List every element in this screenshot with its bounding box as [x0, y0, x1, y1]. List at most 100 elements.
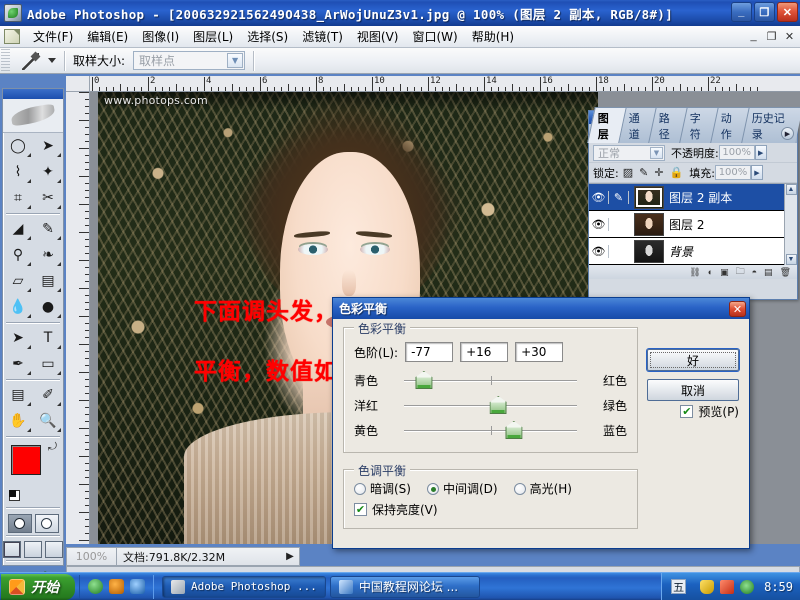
slice-tool[interactable]: ✂ [33, 185, 63, 211]
slider-track-yellow-blue[interactable] [404, 421, 577, 439]
path-selection-tool[interactable]: ➤ [3, 325, 33, 351]
slider-thumb-magenta-green[interactable] [489, 396, 507, 414]
level-blue-input[interactable]: +30 [515, 342, 564, 362]
menu-file[interactable]: 文件(F) [26, 26, 80, 47]
eyedropper-icon[interactable] [18, 50, 44, 72]
scroll-up-icon[interactable]: ▲ [785, 184, 797, 195]
doc-minimize-button[interactable]: _ [746, 29, 761, 43]
preserve-luminosity-checkbox[interactable]: ✔ 保持亮度(V) [354, 501, 627, 518]
lasso-tool[interactable]: ⌇ [3, 159, 33, 185]
layer-row[interactable]: 👁 ✎ 图层 2 副本 [589, 184, 797, 211]
taskbar-item-browser[interactable]: 中国教程网论坛 ... [329, 575, 480, 598]
chevron-down-icon[interactable]: ▼ [650, 146, 663, 159]
mail-icon[interactable] [130, 579, 145, 594]
layer-mask-icon[interactable]: ▣ [720, 267, 729, 278]
menu-view[interactable]: 视图(V) [350, 26, 406, 47]
layer-link-icon[interactable]: ✎ [609, 190, 629, 204]
preview-checkbox[interactable]: ✔ 预览(P) [680, 403, 739, 420]
dialog-close-button[interactable]: ✕ [729, 301, 746, 317]
clone-stamp-tool[interactable]: ⚲ [3, 242, 33, 268]
layer-thumbnail[interactable] [634, 212, 664, 236]
fill-field[interactable]: 100% [714, 165, 751, 180]
fullscreen-button[interactable] [45, 541, 63, 558]
layer-row[interactable]: 👁 图层 2 [589, 211, 797, 238]
brush-tool[interactable]: ✎ [33, 216, 63, 242]
lock-position-icon[interactable]: ✛ [654, 166, 663, 179]
layer-visibility-icon[interactable]: 👁 [589, 217, 609, 231]
restore-button[interactable]: ❐ [754, 2, 775, 22]
close-button[interactable]: ✕ [777, 2, 798, 22]
layer-style-icon[interactable]: ◐ [708, 267, 713, 277]
level-green-input[interactable]: +16 [460, 342, 509, 362]
pen-tool[interactable]: ✒ [3, 351, 33, 377]
eyedropper-tool[interactable]: ✐ [33, 382, 63, 408]
lock-image-icon[interactable]: ✎ [639, 166, 648, 179]
blur-tool[interactable]: 💧 [3, 294, 33, 320]
gradient-tool[interactable]: ▤ [33, 268, 63, 294]
doc-close-button[interactable]: ✕ [782, 29, 797, 43]
zoom-level-field[interactable]: 100% [67, 548, 117, 565]
doc-restore-button[interactable]: ❐ [764, 29, 779, 43]
zoom-tool[interactable]: 🔍 [33, 408, 63, 434]
radio-midtones[interactable]: 中间调(D) [426, 480, 498, 497]
radio-highlights[interactable]: 高光(H) [513, 480, 572, 497]
menu-filter[interactable]: 滤镜(T) [295, 26, 350, 47]
blend-mode-select[interactable]: 正常 ▼ [593, 144, 665, 161]
adjustment-layer-icon[interactable]: ◓ [752, 267, 757, 277]
magic-wand-tool[interactable]: ✦ [33, 159, 63, 185]
toolbox-title-bar[interactable] [3, 89, 63, 99]
cancel-button[interactable]: 取消 [647, 379, 739, 401]
fill-stepper[interactable]: ▶ [750, 165, 763, 180]
status-menu-arrow-icon[interactable]: ▶ [281, 551, 299, 562]
ime-indicator[interactable]: 五 [671, 579, 687, 594]
chevron-down-icon[interactable]: ▼ [227, 53, 244, 68]
shield-icon[interactable] [700, 579, 715, 594]
slider-track-magenta-green[interactable] [404, 396, 577, 414]
shape-tool[interactable]: ▭ [33, 351, 63, 377]
taskbar-item-photoshop[interactable]: Adobe Photoshop ... [162, 575, 326, 598]
history-brush-tool[interactable]: ❧ [33, 242, 63, 268]
opacity-field[interactable]: 100% [718, 145, 755, 160]
lock-transparency-icon[interactable]: ▨ [623, 166, 633, 179]
dialog-title-bar[interactable]: 色彩平衡 [333, 298, 749, 319]
layer-visibility-icon[interactable]: 👁 [589, 190, 609, 204]
menu-edit[interactable]: 编辑(E) [80, 26, 135, 47]
healing-brush-tool[interactable]: ◢ [3, 216, 33, 242]
start-button[interactable]: 开始 [1, 573, 75, 600]
taskbar-clock[interactable]: 8:59 [764, 580, 793, 594]
layer-list-scrollbar[interactable]: ▲ ▼ [784, 184, 797, 265]
layer-visibility-icon[interactable]: 👁 [589, 244, 609, 258]
move-tool[interactable]: ➤ [33, 133, 63, 159]
delete-layer-icon[interactable]: 🗑 [780, 267, 791, 278]
hand-tool[interactable]: ✋ [3, 408, 33, 434]
marquee-tool[interactable]: ◯ [3, 133, 33, 159]
slider-thumb-yellow-blue[interactable] [505, 421, 523, 439]
network-icon[interactable] [720, 579, 735, 594]
menu-image[interactable]: 图像(I) [135, 26, 186, 47]
standard-screen-button[interactable] [3, 541, 21, 558]
menu-help[interactable]: 帮助(H) [465, 26, 521, 47]
link-layers-icon[interactable]: ⛓ [689, 267, 700, 278]
scroll-down-icon[interactable]: ▼ [785, 254, 797, 265]
layer-row[interactable]: 👁 背景 🔒 [589, 238, 797, 265]
standard-mode-button[interactable] [7, 514, 32, 533]
layer-thumbnail[interactable] [634, 185, 664, 209]
foreground-color-swatch[interactable] [11, 445, 41, 475]
notes-tool[interactable]: ▤ [3, 382, 33, 408]
lock-all-icon[interactable]: 🔒 [670, 166, 684, 179]
layer-thumbnail[interactable] [634, 239, 664, 263]
ie-icon[interactable] [88, 579, 103, 594]
menu-window[interactable]: 窗口(W) [405, 26, 464, 47]
new-group-icon[interactable]: 🗀 [736, 264, 745, 280]
crop-tool[interactable]: ⌗ [3, 185, 33, 211]
level-red-input[interactable]: -77 [405, 342, 454, 362]
opacity-stepper[interactable]: ▶ [754, 145, 767, 160]
new-layer-icon[interactable]: ▤ [764, 267, 773, 278]
type-tool[interactable]: T [33, 325, 63, 351]
swap-colors-icon[interactable]: ⤾ [48, 441, 57, 454]
default-colors-icon[interactable] [9, 490, 20, 501]
quickmask-mode-button[interactable] [34, 514, 59, 533]
dodge-tool[interactable]: ● [33, 294, 63, 320]
sample-size-select[interactable]: 取样点 ▼ [133, 51, 246, 70]
minimize-button[interactable]: _ [731, 2, 752, 22]
